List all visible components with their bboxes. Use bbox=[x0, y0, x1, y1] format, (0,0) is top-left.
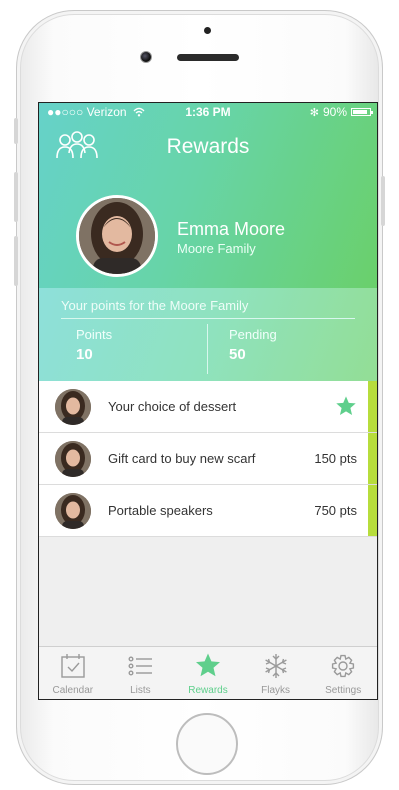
star-icon bbox=[195, 653, 220, 677]
mute-switch bbox=[14, 118, 18, 144]
list-item[interactable]: Gift card to buy new scarf 150 pts bbox=[39, 433, 377, 485]
header: ●●○○○ Verizon 1:36 PM ✻ 90% Rewards Emma… bbox=[39, 103, 377, 288]
reward-points: 150 pts bbox=[314, 451, 357, 466]
profile-section: Emma Moore Moore Family bbox=[39, 169, 377, 289]
tab-lists[interactable]: Lists bbox=[107, 647, 175, 699]
avatar bbox=[55, 493, 91, 529]
reward-points: 750 pts bbox=[314, 503, 357, 518]
power-button bbox=[381, 176, 385, 226]
row-accent bbox=[368, 485, 377, 536]
reward-title: Your choice of dessert bbox=[108, 399, 237, 414]
bluetooth-icon: ✻ bbox=[309, 106, 319, 119]
divider bbox=[207, 324, 208, 374]
battery-level bbox=[353, 110, 367, 114]
points-value: 10 bbox=[76, 346, 93, 363]
pending-label: Pending bbox=[229, 327, 277, 342]
tab-rewards[interactable]: Rewards bbox=[174, 647, 242, 699]
tab-label: Calendar bbox=[52, 685, 94, 696]
proximity-sensor bbox=[204, 27, 211, 34]
rewards-list: Your choice of dessert Gift card to buy … bbox=[39, 381, 377, 537]
profile-family: Moore Family bbox=[177, 241, 256, 256]
calendar-icon bbox=[61, 654, 85, 678]
pending-value: 50 bbox=[229, 346, 246, 363]
volume-up-button bbox=[14, 172, 18, 222]
avatar[interactable] bbox=[76, 195, 158, 277]
profile-name: Emma Moore bbox=[177, 219, 286, 239]
reward-title: Gift card to buy new scarf bbox=[108, 451, 256, 466]
volume-down-button bbox=[14, 236, 18, 286]
front-camera bbox=[140, 51, 152, 63]
tab-label: Rewards bbox=[188, 685, 228, 696]
points-label: Points bbox=[76, 327, 113, 342]
gear-icon bbox=[332, 654, 355, 678]
tab-label: Lists bbox=[130, 685, 151, 696]
tab-bar: Calendar Lists Rewards Flayks Settings bbox=[39, 646, 377, 699]
page-title: Rewards bbox=[166, 135, 250, 158]
status-bar: ●●○○○ Verizon 1:36 PM ✻ 90% bbox=[39, 103, 377, 121]
points-panel: Your points for the Moore Family Points … bbox=[39, 288, 377, 381]
tab-label: Flayks bbox=[261, 685, 291, 696]
avatar bbox=[55, 389, 91, 425]
star-icon[interactable] bbox=[335, 395, 357, 417]
list-icon bbox=[128, 656, 153, 676]
app-screen: ●●○○○ Verizon 1:36 PM ✻ 90% Rewards Emma… bbox=[38, 102, 378, 700]
reward-title: Portable speakers bbox=[108, 503, 213, 518]
points-caption: Your points for the Moore Family bbox=[61, 298, 249, 313]
row-accent bbox=[368, 433, 377, 484]
battery-percent: 90% bbox=[322, 105, 347, 119]
tab-settings[interactable]: Settings bbox=[309, 647, 377, 699]
row-accent bbox=[368, 381, 377, 432]
snowflake-icon bbox=[264, 654, 287, 678]
list-item[interactable]: Your choice of dessert bbox=[39, 381, 377, 433]
avatar bbox=[55, 441, 91, 477]
list-item[interactable]: Portable speakers 750 pts bbox=[39, 485, 377, 537]
home-button[interactable] bbox=[176, 713, 238, 775]
tab-flayks[interactable]: Flayks bbox=[242, 647, 310, 699]
earpiece-speaker bbox=[177, 54, 239, 61]
battery-icon bbox=[351, 108, 373, 116]
nav-bar: Rewards bbox=[39, 125, 377, 169]
tab-label: Settings bbox=[325, 685, 362, 696]
tab-calendar[interactable]: Calendar bbox=[39, 647, 107, 699]
avatar-photo bbox=[79, 198, 155, 274]
divider bbox=[61, 318, 355, 319]
battery-area: ✻ 90% bbox=[309, 105, 373, 119]
